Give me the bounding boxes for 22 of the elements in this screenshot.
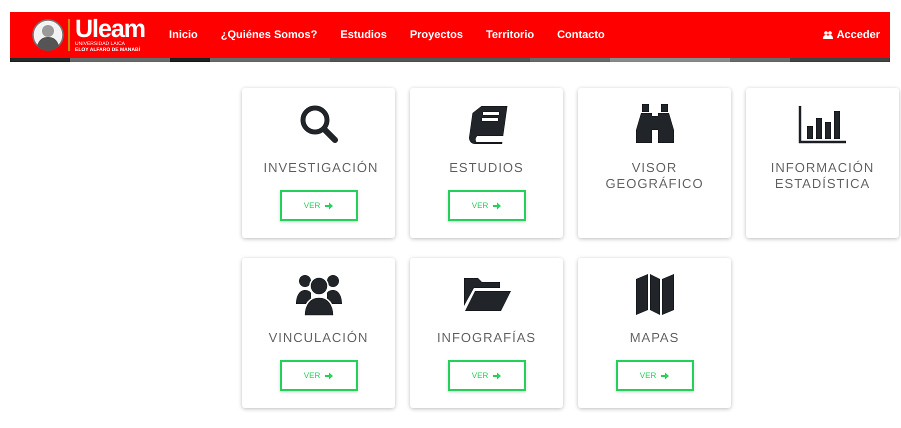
arrow-right-icon <box>493 372 502 380</box>
card-title: VISOR GEOGRÁFICO <box>604 160 705 192</box>
card-title: MAPAS <box>630 330 680 346</box>
logo-wordmark: Uleam <box>75 17 146 41</box>
nav-link[interactable]: Contacto <box>557 26 605 44</box>
arrow-right-icon <box>325 372 334 380</box>
nav-link[interactable]: Estudios <box>340 26 387 44</box>
login-link[interactable]: Acceder <box>822 26 880 44</box>
users-icon <box>294 272 342 316</box>
nav-link[interactable]: ¿Quiénes Somos? <box>220 26 318 44</box>
arrow-right-icon <box>661 372 670 380</box>
users-icon <box>822 31 833 39</box>
portrait-emblem-icon <box>32 19 64 51</box>
card-title: INFORMACIÓN ESTADÍSTICA <box>770 160 876 192</box>
card-title: ESTUDIOS <box>449 160 524 176</box>
nav-link[interactable]: Inicio <box>169 26 198 44</box>
card-title: VINCULACIÓN <box>268 330 368 346</box>
arrow-right-icon <box>325 202 334 210</box>
nav-link[interactable]: Territorio <box>486 26 534 44</box>
nav-link[interactable]: Proyectos <box>410 26 464 44</box>
arrow-right-icon <box>493 202 502 210</box>
card-title: INFOGRAFÍAS <box>436 330 536 346</box>
